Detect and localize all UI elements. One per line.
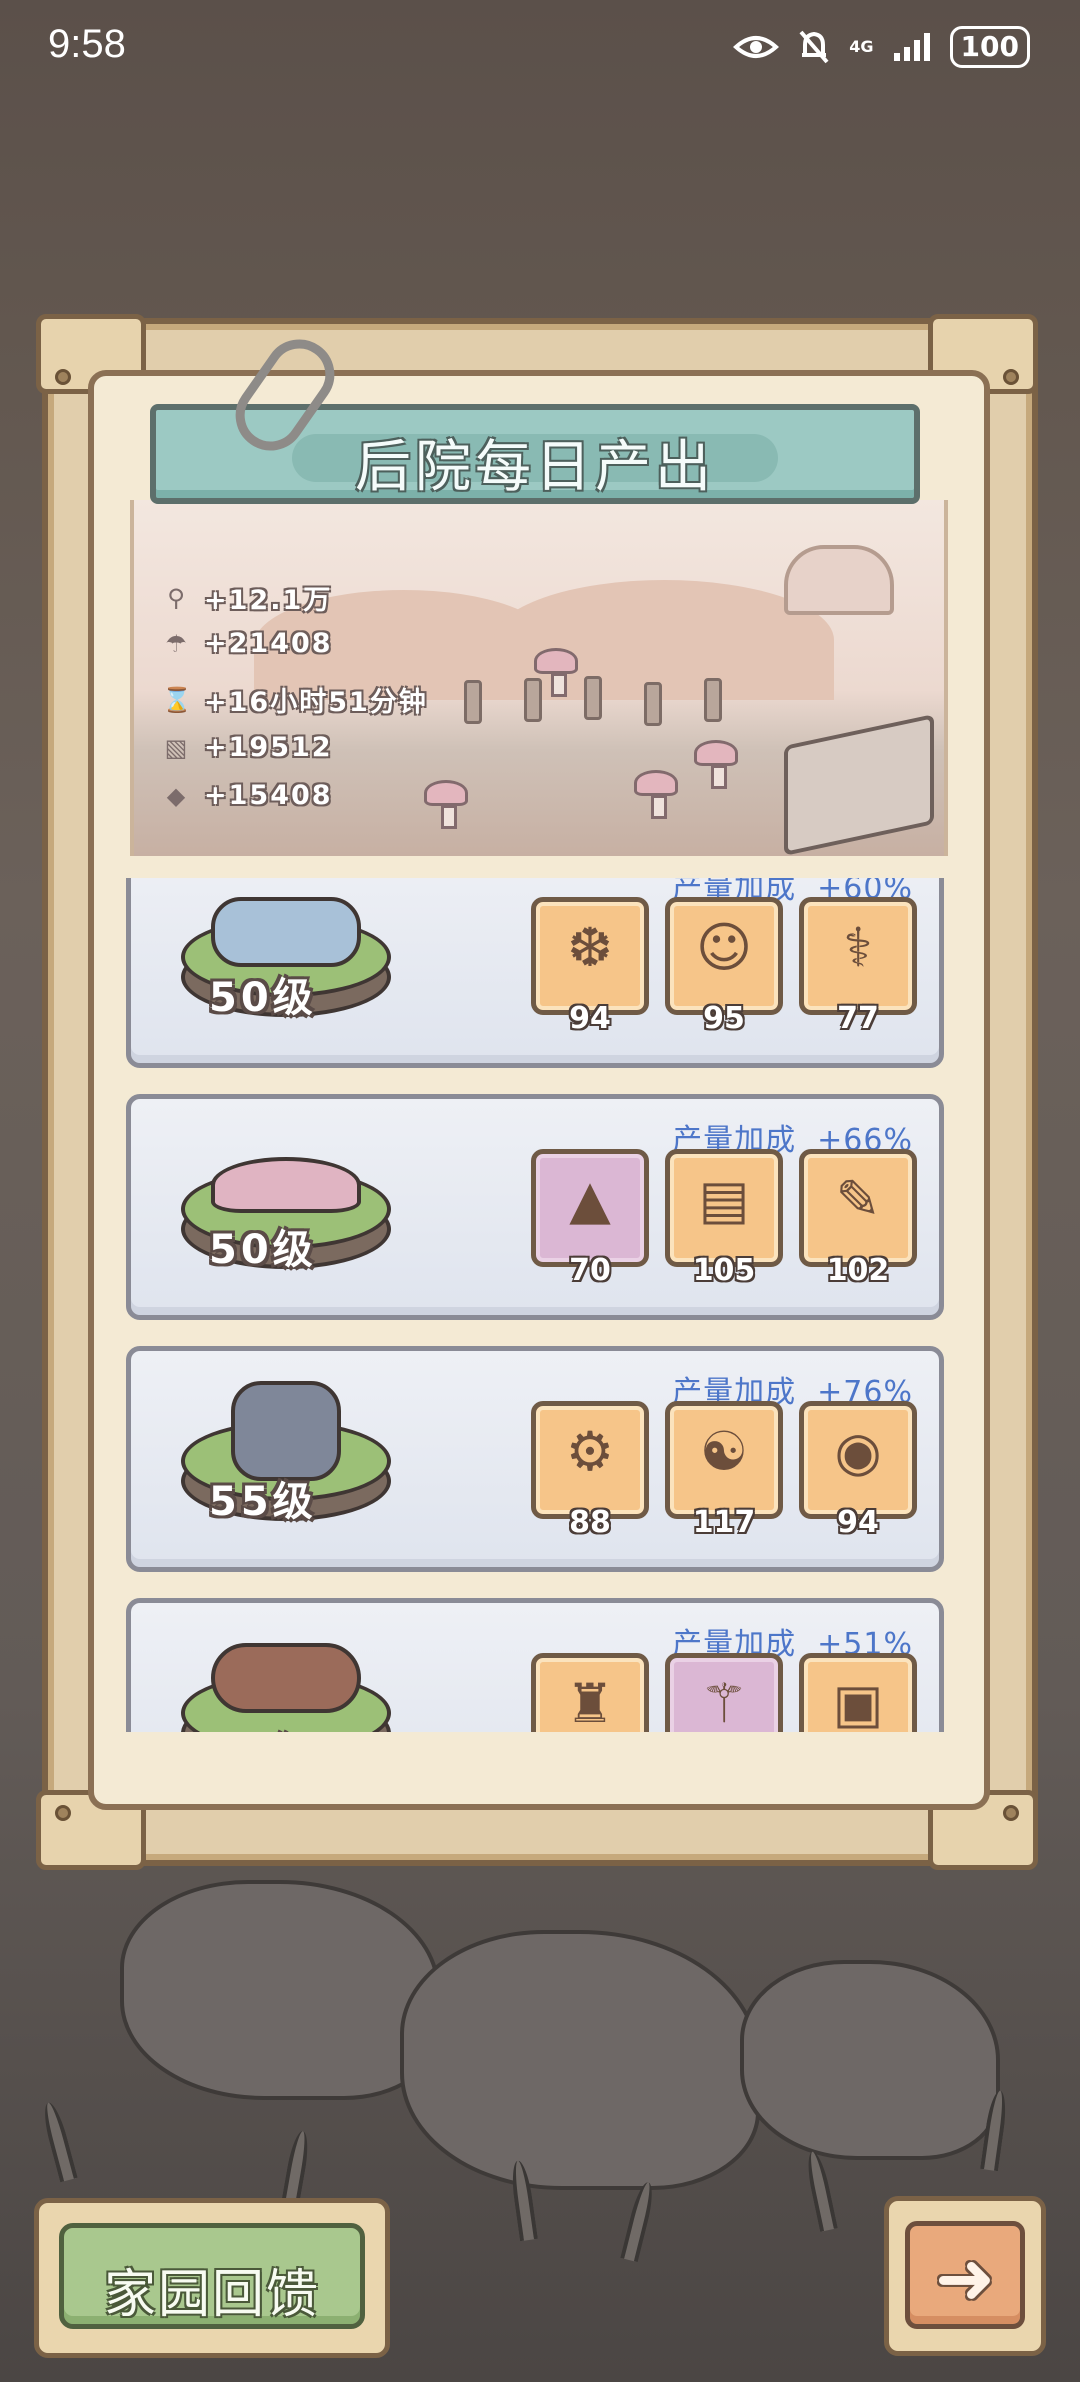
stat-value: +16小时51分钟 [204,687,428,718]
building-card[interactable]: 产量加成 +76% 55级 ⚙ 88 ☯ 117 ◉ 94 [126,1346,944,1572]
scene-mushroom [534,648,578,697]
spinning-top-icon: ▲ [569,1168,611,1231]
status-bar: 9:58 4G 100 [0,0,1080,100]
next-button-face[interactable]: ➜ [905,2221,1025,2329]
background-grass [620,2180,658,2263]
scene-mushroom [634,770,678,819]
status-time: 9:58 [48,22,126,66]
item-slot[interactable]: ▣ [799,1653,917,1732]
water-tower [784,545,894,615]
stat-row: ▧ +19512 [162,732,333,763]
fence-post [704,678,722,722]
statue-icon: ♜ [565,1672,615,1732]
building-level: 55级 [209,1479,317,1525]
item-slot[interactable]: ☺ 95 [665,897,783,1036]
bell-muted-icon [799,30,829,64]
scene-mushroom [694,740,738,789]
engine-icon: ☯ [699,1420,749,1483]
stat-value: +12.1万 [204,585,333,616]
fence-post [464,680,482,724]
backyard-scene: ⚲ +12.1万 ☂ +21408 ⌛ +16小时51分钟 ▧ +19512 ◆… [130,500,948,856]
scene-hill [494,580,834,700]
building-card[interactable]: 产量加成 +66% 50级 ▲ 70 ▤ 105 ✎ 102 [126,1094,944,1320]
building-list[interactable]: 产量加成 +60% 50级 ❆ 94 ☺ 95 ⚕ 77 产量加成 +66% 50级 … [96,878,974,1732]
building-card[interactable]: 产量加成 +60% 50级 ❆ 94 ☺ 95 ⚕ 77 [126,878,944,1068]
battery-icon: 100 [949,26,1030,68]
stat-row: ☂ +21408 [162,628,333,659]
stat-row: ⌛ +16小时51分钟 [162,680,428,719]
stat-value: +15408 [204,780,333,811]
background-rock [400,1930,760,2190]
bottle-icon: ⚕ [843,916,873,979]
item-slot[interactable]: ◉ 94 [799,1401,917,1540]
eye-icon [733,36,780,58]
mushroom-icon: ☂ [165,629,189,658]
lumber-yard-icon [181,1633,391,1732]
background-rock [120,1880,440,2100]
fence-post [524,678,542,722]
robot-icon: ⚙ [565,1420,615,1483]
item-slot[interactable]: ⚚ [665,1653,783,1732]
background-grass [803,2149,838,2232]
item-slot[interactable]: ▤ 105 [665,1149,783,1288]
item-slot[interactable]: ♜ [531,1653,649,1732]
background-rock [740,1960,1000,2160]
feedback-button-face[interactable]: 家园回馈 [59,2223,365,2329]
sphere-icon: ◉ [834,1420,882,1483]
item-slot[interactable]: ☯ 117 [665,1401,783,1540]
wheat-icon: ❆ [567,916,613,979]
monk-icon: ☺ [695,916,753,979]
item-slot[interactable]: ⚕ 77 [799,897,917,1036]
magnifier-icon: ⚲ [167,583,187,612]
item-slot[interactable]: ⚙ 88 [531,1401,649,1540]
item-slot[interactable]: ❆ 94 [531,897,649,1036]
item-slot[interactable]: ▲ 70 [531,1149,649,1288]
signal-type: 4G [849,37,874,56]
item-slot[interactable]: ✎ 102 [799,1149,917,1288]
book-icon: ▤ [698,1168,750,1231]
game-screen: 9:58 4G 100 ⚲ +12.1万 ☂ +21408 ⌛ +16小时51分… [0,0,1080,2382]
goblet-icon: ⚚ [699,1672,749,1732]
stat-value: +19512 [204,732,333,763]
building-level: 50级 [209,975,317,1021]
next-arrow-icon: ➜ [934,2236,996,2320]
stone-icon: ◆ [166,781,188,810]
stat-value: +21408 [204,628,333,659]
background-grass [39,2100,78,2183]
stat-row: ⚲ +12.1万 [162,578,332,617]
ore-cart [784,714,934,856]
next-button[interactable]: ➜ [884,2196,1046,2356]
building-card[interactable]: 产量加成 +51% 50级 ♜ ⚚ ▣ [126,1598,944,1732]
building-level: 50级 [209,1227,317,1273]
scene-mushroom [424,780,468,829]
signal-icon [893,33,930,61]
building-level: 50级 [209,1721,317,1732]
wood-icon: ▧ [164,733,190,762]
feedback-button[interactable]: 家园回馈 [34,2198,390,2358]
fence-post [584,676,602,720]
scroll-icon: ✎ [835,1168,881,1231]
stat-row: ◆ +15408 [162,780,333,811]
fence-post [644,682,662,726]
feedback-button-label: 家园回馈 [103,2265,320,2325]
hourglass-icon: ⌛ [162,685,194,714]
cube-icon: ▣ [832,1672,884,1732]
